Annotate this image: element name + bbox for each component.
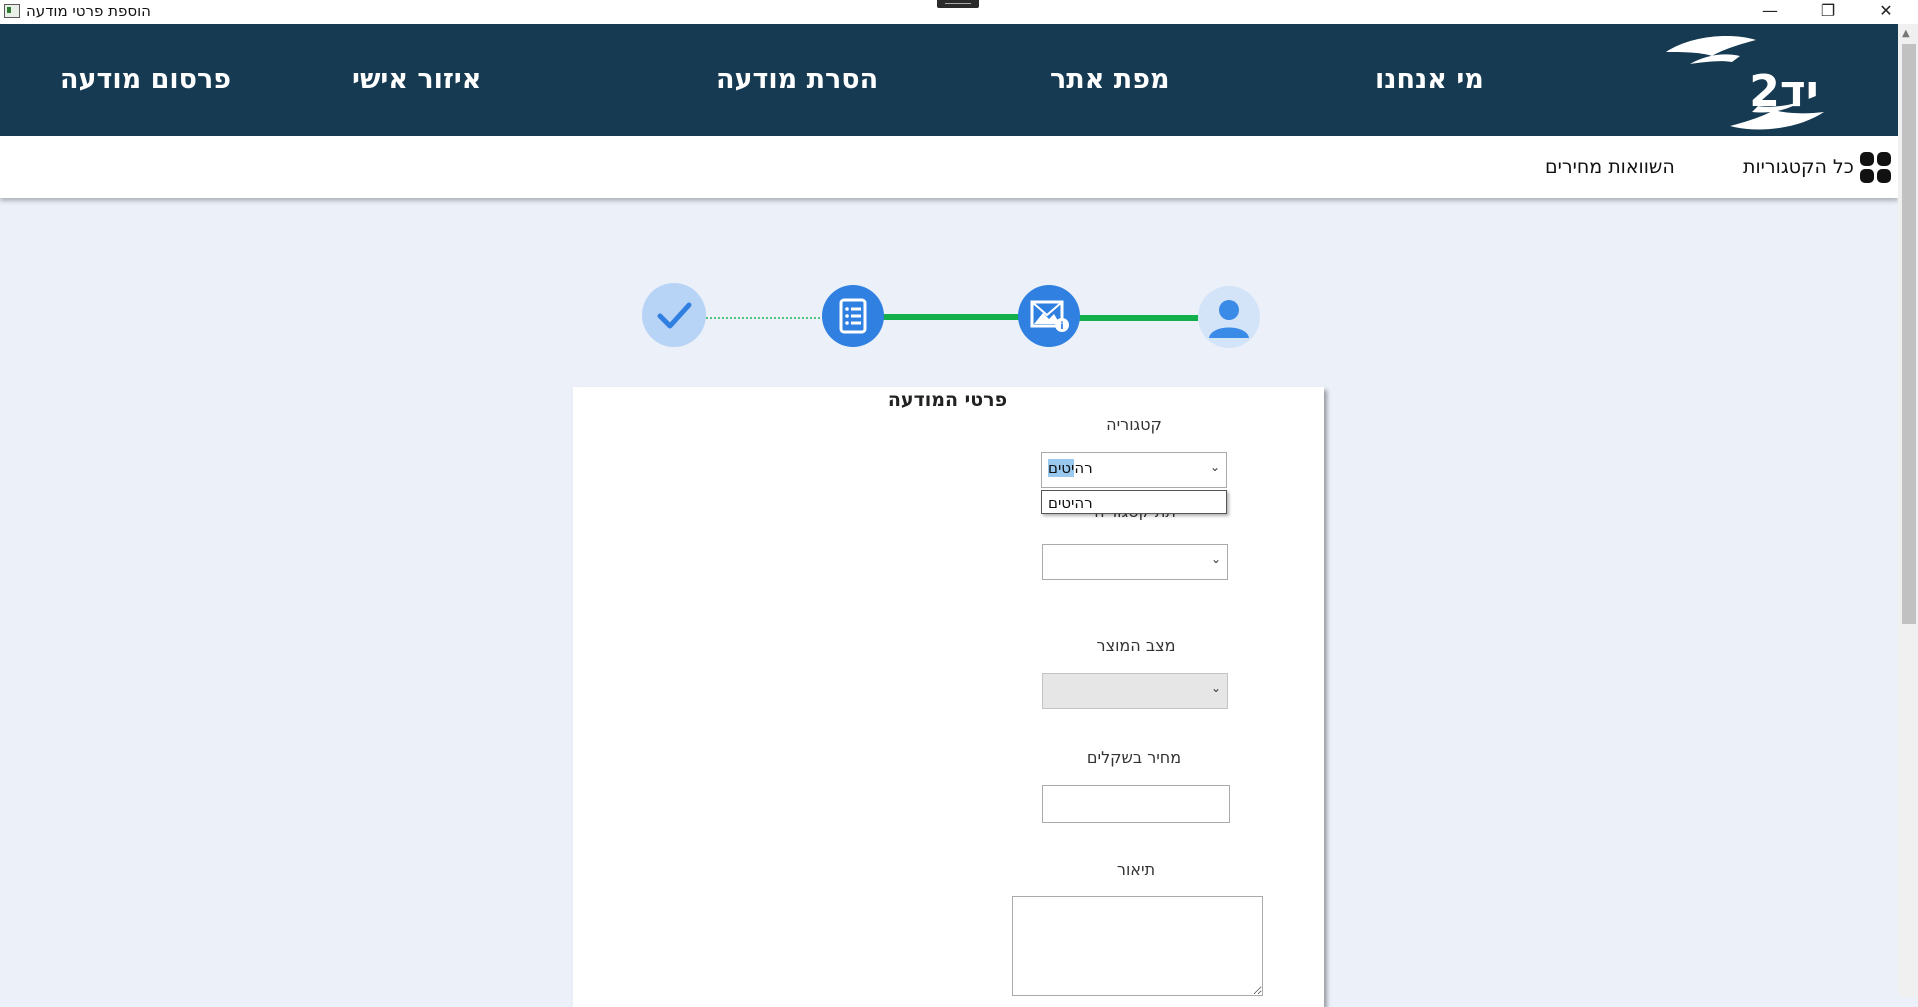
window-grip-handle[interactable] bbox=[937, 0, 979, 8]
site-header: פרסום מודעה איזור אישי הסרת מודעה מפת את… bbox=[0, 24, 1898, 136]
minimize-button[interactable]: — bbox=[1742, 0, 1798, 20]
stepper-line-done bbox=[882, 314, 1022, 320]
step-ad-info[interactable]: i bbox=[1018, 285, 1080, 347]
close-button[interactable]: ✕ bbox=[1858, 0, 1914, 20]
window-title: הוספת פרטי מודעה bbox=[26, 2, 151, 20]
step-details[interactable] bbox=[822, 285, 884, 347]
category-bar: כל הקטגוריות השוואות מחירים bbox=[0, 136, 1898, 198]
nav-personal-area[interactable]: איזור אישי bbox=[352, 64, 481, 95]
chevron-down-icon: ⌄ bbox=[1210, 552, 1221, 566]
condition-select[interactable]: ⌄ bbox=[1042, 673, 1228, 709]
scrollbar-thumb[interactable] bbox=[1902, 44, 1916, 624]
nav-about[interactable]: מי אנחנו bbox=[1375, 64, 1484, 95]
category-value-prefix: רה bbox=[1074, 459, 1093, 477]
page-scrollbar[interactable]: ▲ bbox=[1898, 24, 1918, 997]
restore-button[interactable]: ❐ bbox=[1800, 0, 1856, 20]
description-textarea[interactable] bbox=[1012, 896, 1263, 996]
category-select-value: רהיטים bbox=[1048, 459, 1093, 477]
price-label: מחיר בשקלים bbox=[1086, 748, 1182, 767]
subcategory-select[interactable]: ⌄ bbox=[1042, 544, 1228, 580]
svg-text:i: i bbox=[1060, 321, 1063, 332]
logo-text: יד2 bbox=[1749, 66, 1818, 117]
category-option[interactable]: רהיטים bbox=[1048, 494, 1093, 512]
list-document-icon bbox=[839, 298, 867, 334]
stepper-line-pending bbox=[706, 317, 824, 319]
category-label: קטגוריה bbox=[1106, 415, 1162, 434]
nav-publish-ad[interactable]: פרסום מודעה bbox=[60, 64, 231, 95]
user-icon bbox=[1209, 300, 1249, 338]
category-value-highlight: יטים bbox=[1048, 459, 1075, 477]
step-user[interactable] bbox=[1198, 286, 1260, 348]
checkmark-icon bbox=[657, 302, 692, 329]
price-compare-link[interactable]: השוואות מחירים bbox=[1545, 156, 1675, 178]
step-done-check[interactable] bbox=[642, 283, 706, 347]
stepper-line-done bbox=[1078, 315, 1198, 321]
description-label: תיאור bbox=[1116, 860, 1156, 879]
window-titlebar: הוספת פרטי מודעה — ❐ ✕ bbox=[0, 0, 1918, 25]
chevron-down-icon: ⌄ bbox=[1210, 681, 1221, 695]
condition-label: מצב המוצר bbox=[1096, 636, 1176, 655]
price-input[interactable] bbox=[1042, 785, 1230, 823]
categories-grid-icon[interactable] bbox=[1860, 152, 1892, 184]
site-logo[interactable]: יד2 bbox=[1660, 30, 1830, 134]
nav-remove-ad[interactable]: הסרת מודעה bbox=[716, 64, 878, 95]
nav-sitemap[interactable]: מפת אתר bbox=[1050, 64, 1170, 95]
scroll-up-arrow-icon[interactable]: ▲ bbox=[1902, 28, 1910, 39]
all-categories-link[interactable]: כל הקטגוריות bbox=[1743, 156, 1854, 178]
chevron-down-icon: ⌄ bbox=[1209, 460, 1220, 474]
image-info-icon: i bbox=[1030, 300, 1069, 332]
app-icon bbox=[4, 4, 20, 18]
category-select[interactable]: רהיטים ⌄ bbox=[1041, 452, 1227, 488]
category-dropdown-list[interactable]: רהיטים bbox=[1041, 490, 1227, 514]
